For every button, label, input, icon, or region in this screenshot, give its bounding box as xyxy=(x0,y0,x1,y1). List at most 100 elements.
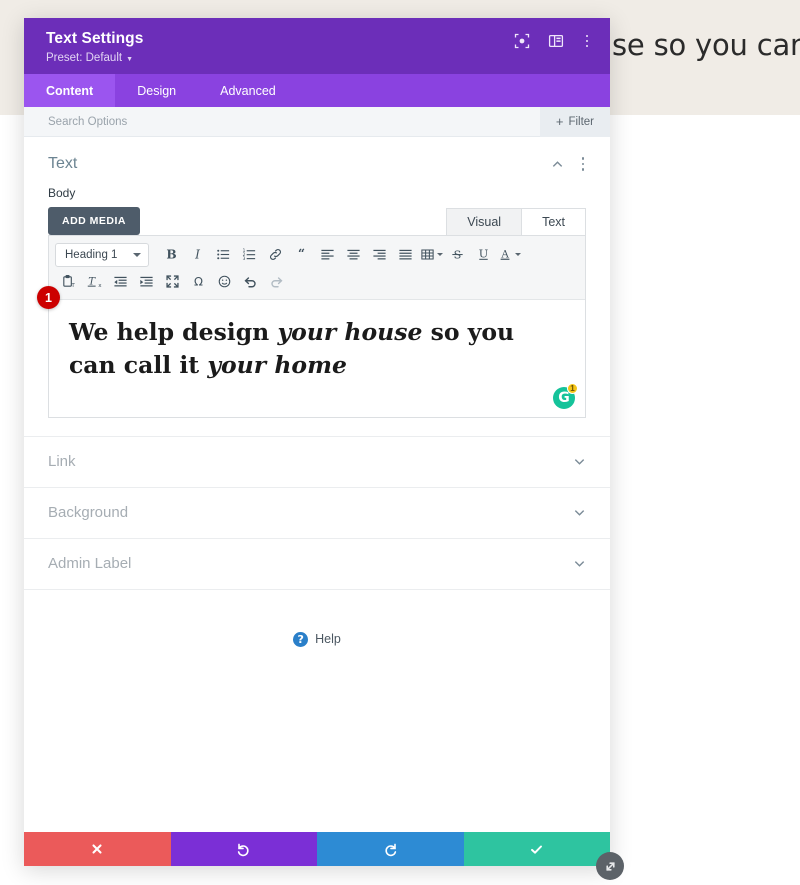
align-center-icon[interactable] xyxy=(340,242,366,268)
align-justify-icon[interactable] xyxy=(392,242,418,268)
paste-as-text-icon[interactable]: T xyxy=(55,269,81,295)
cancel-button[interactable] xyxy=(24,832,171,866)
text-color-icon[interactable]: A xyxy=(496,242,522,268)
text-fragment: can call it xyxy=(69,351,208,380)
accordion-label: Link xyxy=(48,453,76,471)
grammarly-icon[interactable]: G 1 xyxy=(553,382,578,409)
svg-text:“: “ xyxy=(298,247,305,260)
svg-text:A: A xyxy=(500,248,509,260)
accordion-link[interactable]: Link xyxy=(24,437,610,488)
svg-text:Ω: Ω xyxy=(194,275,203,289)
table-icon[interactable] xyxy=(418,242,444,268)
numbered-list-icon[interactable]: 1 2 3 xyxy=(236,242,262,268)
modal-action-bar xyxy=(24,832,610,866)
focus-target-icon[interactable] xyxy=(514,33,530,49)
tab-advanced[interactable]: Advanced xyxy=(198,74,298,107)
search-options-row: Search Options + Filter xyxy=(24,106,610,137)
page-title: Text Settings xyxy=(46,30,144,47)
svg-text:U: U xyxy=(479,247,488,260)
bulleted-list-icon[interactable] xyxy=(210,242,236,268)
wysiwyg-editor: Heading 1 B I 1 2 3 “ S U A T T x Ω 1 We… xyxy=(37,235,586,418)
chevron-up-icon[interactable] xyxy=(551,158,564,171)
dot xyxy=(581,162,584,166)
tab-visual[interactable]: Visual xyxy=(446,208,523,236)
chevron-down-icon xyxy=(573,506,586,519)
text-section-header: Text xyxy=(24,137,610,177)
svg-text:T: T xyxy=(70,283,75,289)
dot xyxy=(585,39,588,43)
text-settings-modal: Text Settings Preset: Default ▼ Content … xyxy=(24,18,624,880)
preset-label: Preset: Default xyxy=(46,52,123,64)
step-badge: 1 xyxy=(37,286,60,309)
editor-text[interactable]: We help design your house so you can cal… xyxy=(69,316,565,383)
section-tools xyxy=(551,157,589,171)
link-icon[interactable] xyxy=(262,242,288,268)
underline-icon[interactable]: U xyxy=(470,242,496,268)
dot xyxy=(585,44,588,48)
search-input[interactable]: Search Options xyxy=(48,116,127,128)
italic-icon[interactable]: I xyxy=(184,242,210,268)
grammarly-issue-count: 1 xyxy=(567,382,578,394)
modal-header-icons xyxy=(514,30,593,49)
align-left-icon[interactable] xyxy=(314,242,340,268)
editor-top-row: ADD MEDIA Visual Text xyxy=(48,207,586,236)
editor-toolbar: Heading 1 B I 1 2 3 “ S U A T T x Ω xyxy=(49,236,585,300)
resize-handle[interactable] xyxy=(596,852,624,880)
add-media-button[interactable]: ADD MEDIA xyxy=(48,207,140,235)
format-select-value: Heading 1 xyxy=(65,248,118,261)
help-link[interactable]: ? Help xyxy=(24,590,610,647)
align-right-icon[interactable] xyxy=(366,242,392,268)
svg-text:x: x xyxy=(98,283,102,289)
dot xyxy=(581,168,584,171)
indent-icon[interactable] xyxy=(133,269,159,295)
modal-header: Text Settings Preset: Default ▼ xyxy=(24,18,610,74)
body-field: Body ADD MEDIA Visual Text Heading 1 B I… xyxy=(24,186,610,418)
undo-button[interactable] xyxy=(170,832,317,866)
chevron-down-icon: ▼ xyxy=(126,55,134,63)
undo-icon[interactable] xyxy=(237,269,263,295)
svg-text:B: B xyxy=(166,248,176,262)
chevron-down-icon xyxy=(573,455,586,468)
dot xyxy=(581,157,584,160)
emoji-icon[interactable] xyxy=(211,269,237,295)
section-overflow-menu-icon[interactable] xyxy=(578,157,589,171)
overflow-menu-icon[interactable] xyxy=(582,34,593,48)
special-character-icon[interactable]: Ω xyxy=(185,269,211,295)
chevron-down-icon xyxy=(436,253,443,256)
strikethrough-icon[interactable]: S xyxy=(444,242,470,268)
tab-text[interactable]: Text xyxy=(521,208,586,236)
filter-button[interactable]: + Filter xyxy=(539,106,610,137)
save-button[interactable] xyxy=(463,832,610,866)
svg-text:I: I xyxy=(194,248,200,262)
filter-button-label: Filter xyxy=(568,115,594,128)
plus-icon: + xyxy=(555,114,564,129)
chevron-down-icon xyxy=(573,557,586,570)
preset-selector[interactable]: Preset: Default ▼ xyxy=(46,52,143,64)
clear-formatting-icon[interactable]: T x xyxy=(81,269,107,295)
format-select[interactable]: Heading 1 xyxy=(55,242,150,267)
svg-text:3: 3 xyxy=(243,256,246,262)
accordion-background[interactable]: Background xyxy=(24,488,610,539)
help-label: Help xyxy=(315,632,341,647)
editor-content-area[interactable]: 1 We help design your house so you can c… xyxy=(37,286,585,417)
editor-mode-tabs: Visual Text xyxy=(446,207,586,236)
editor-toolbar-row-1: Heading 1 B I 1 2 3 “ S U A xyxy=(55,241,579,268)
outdent-icon[interactable] xyxy=(107,269,133,295)
modal-tab-bar: Content Design Advanced xyxy=(24,74,610,107)
bold-icon[interactable]: B xyxy=(158,242,184,268)
text-fragment-italic: your house xyxy=(277,318,423,346)
fullscreen-icon[interactable] xyxy=(159,269,185,295)
body-field-label: Body xyxy=(48,186,76,200)
tab-design[interactable]: Design xyxy=(115,74,198,107)
background-headline-text: se so you can cal xyxy=(612,28,800,62)
chevron-down-icon xyxy=(133,252,142,257)
accordion-admin-label[interactable]: Admin Label xyxy=(24,539,610,590)
tab-content[interactable]: Content xyxy=(24,74,116,107)
blockquote-icon[interactable]: “ xyxy=(288,242,314,268)
accordion-label: Background xyxy=(48,504,129,522)
layout-columns-icon[interactable] xyxy=(548,33,564,49)
redo-icon[interactable] xyxy=(263,269,289,295)
redo-button[interactable] xyxy=(317,832,464,866)
help-icon: ? xyxy=(293,631,309,647)
text-fragment: We help design xyxy=(69,318,278,346)
